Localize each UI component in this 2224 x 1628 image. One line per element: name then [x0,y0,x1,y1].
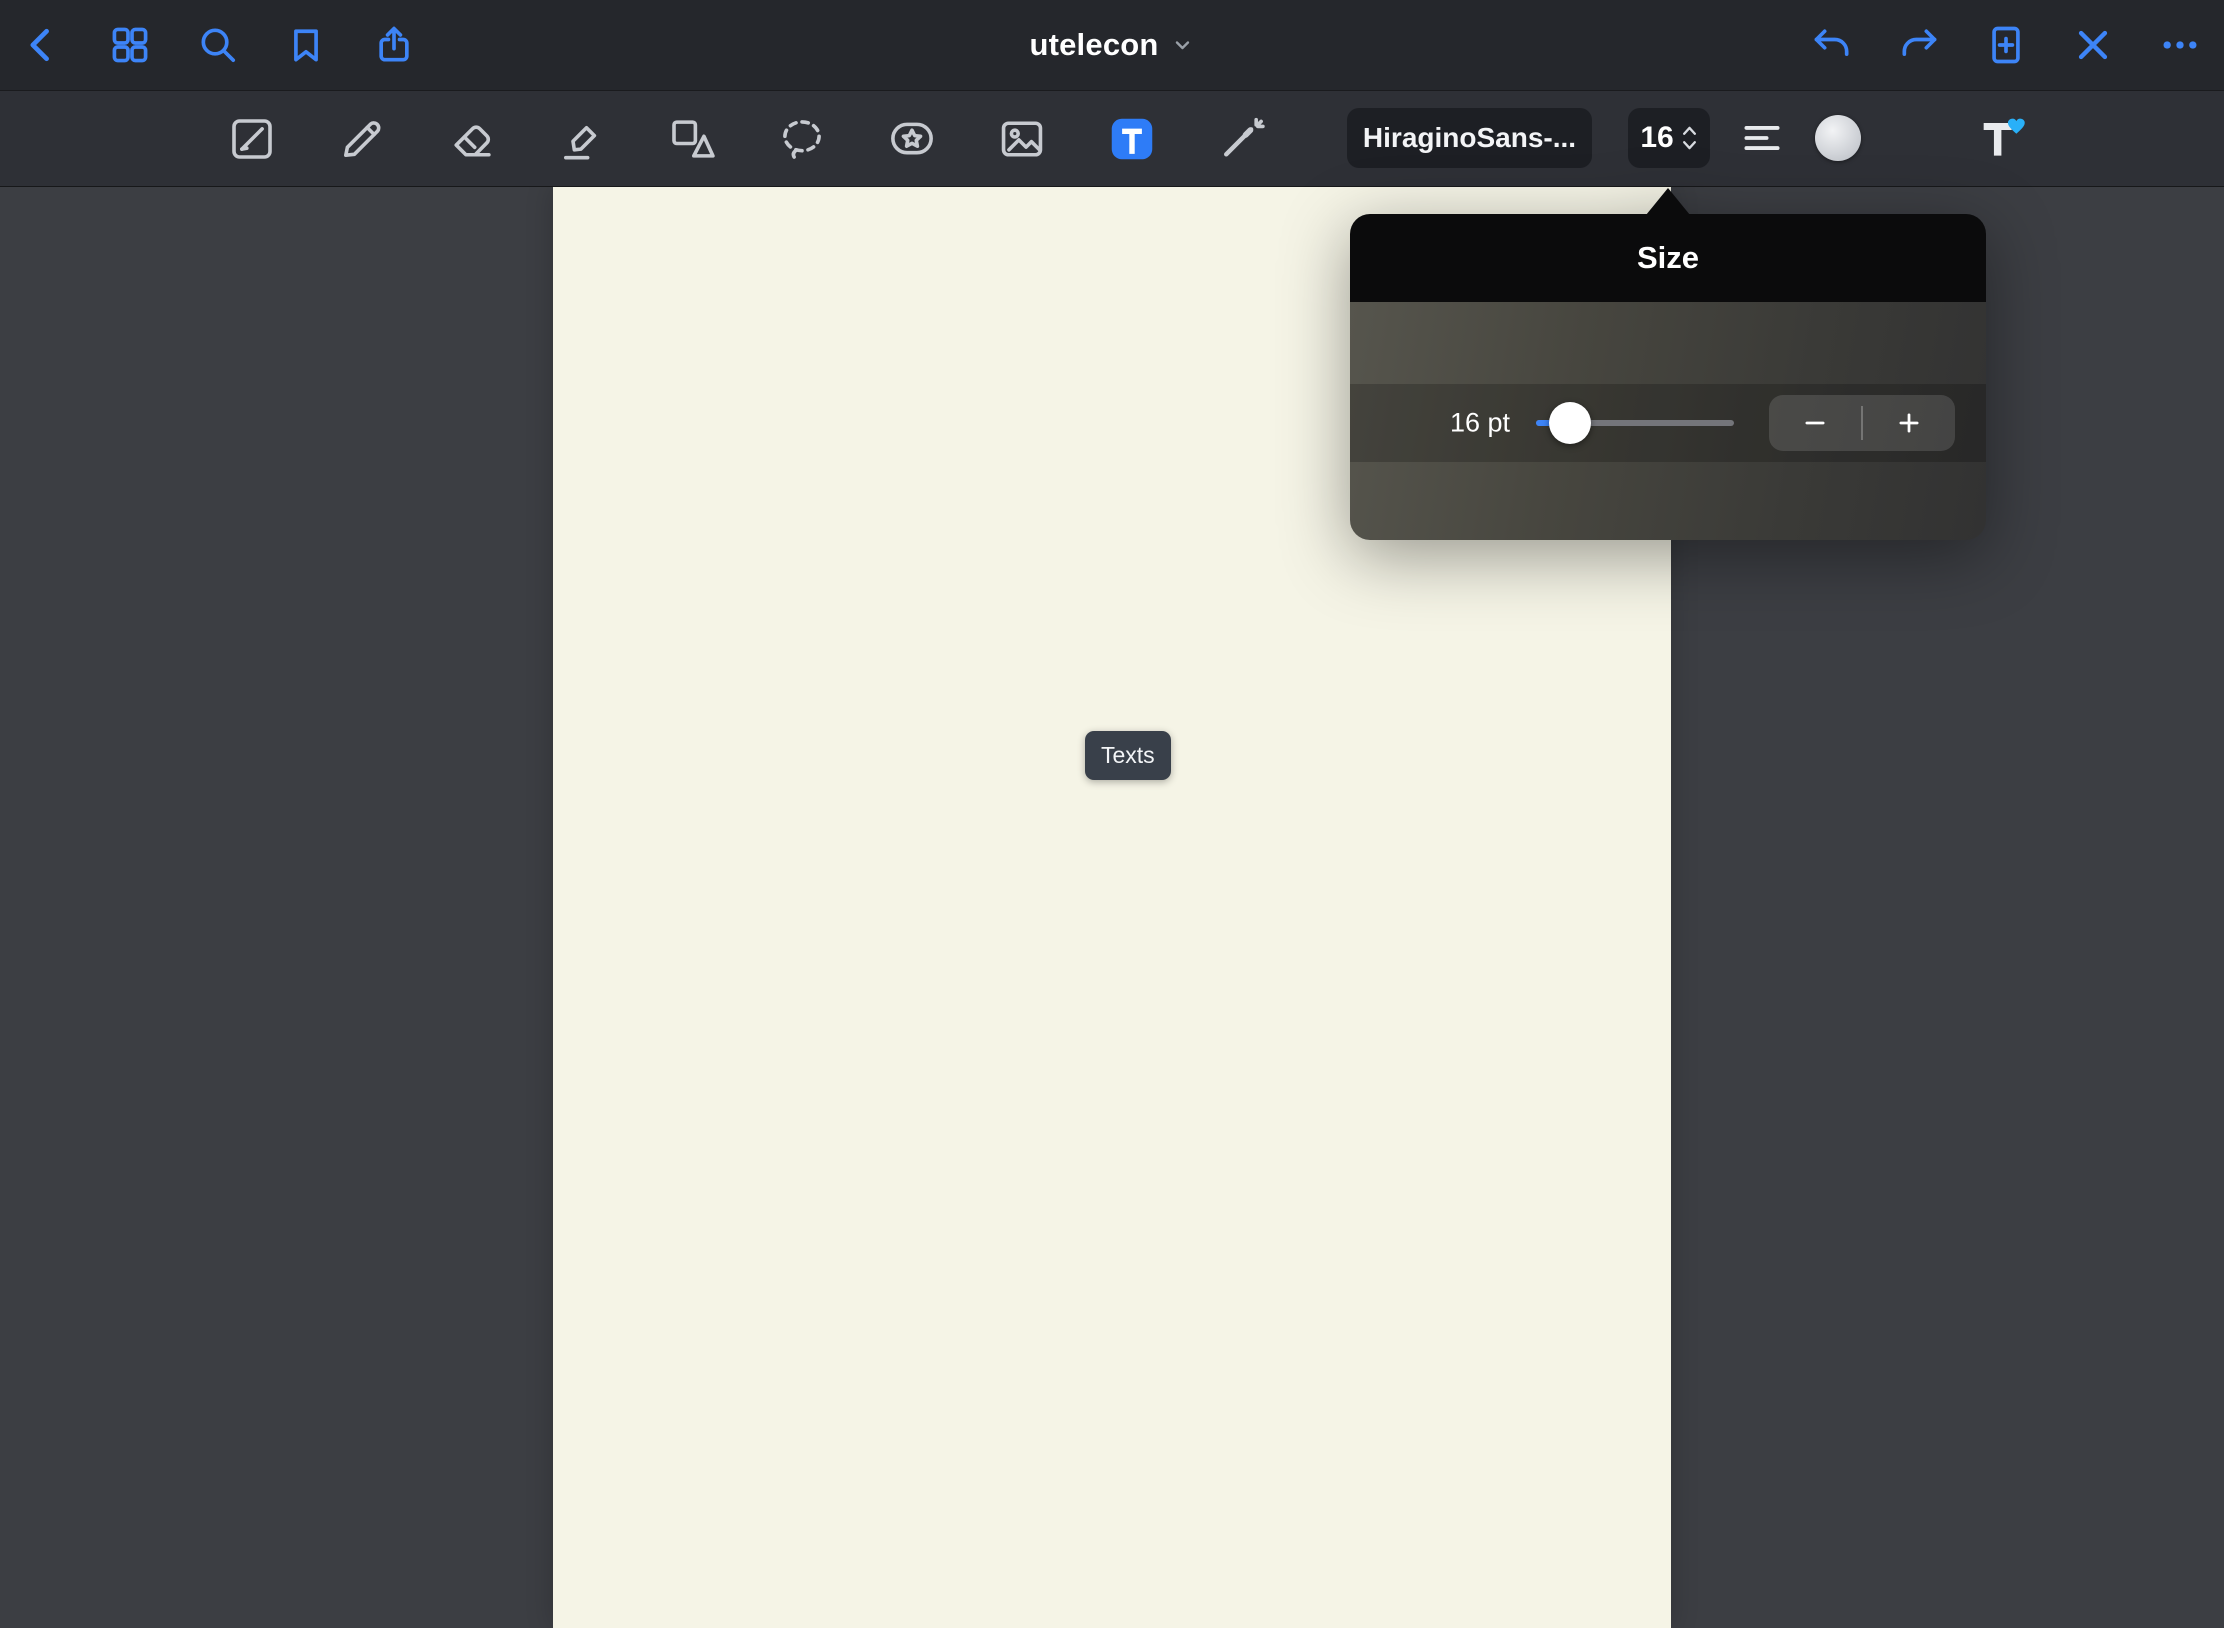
lasso-icon [775,112,829,166]
text-style-favorites-button[interactable] [1966,103,2034,171]
up-down-chevrons-icon [1681,123,1698,153]
elements-tool[interactable] [880,107,944,171]
back-button[interactable] [18,21,66,69]
pen-icon [335,112,389,166]
close-x-icon [2071,23,2115,67]
add-page-button[interactable] [1982,21,2030,69]
text-tool[interactable] [1100,107,1164,171]
undo-button[interactable] [1808,21,1856,69]
search-button[interactable] [194,21,242,69]
undo-icon [1810,23,1854,67]
size-popover-body: 16 pt [1350,302,1986,540]
more-ellipsis-icon [2158,23,2202,67]
text-color-button[interactable] [1806,106,1870,170]
color-swatch-icon [1815,115,1861,161]
font-size-button[interactable]: 16 [1628,108,1710,168]
text-tool-icon [1105,112,1159,166]
eraser-tool[interactable] [440,107,504,171]
thumbnails-grid-icon [108,23,152,67]
size-decrease-button[interactable] [1769,395,1861,451]
size-increase-button[interactable] [1863,395,1955,451]
laser-pointer-tool[interactable] [1210,107,1274,171]
eraser-icon [445,112,499,166]
font-family-button[interactable]: HiraginoSans-... [1347,108,1592,168]
share-button[interactable] [370,21,418,69]
text-favorite-heart-icon [1972,109,2028,165]
add-page-icon [1984,23,2028,67]
minus-icon [1800,408,1830,438]
bookmark-icon [284,23,328,67]
highlighter-tool[interactable] [550,107,614,171]
more-button[interactable] [2156,21,2204,69]
popover-spacer [1350,462,1986,540]
photo-tool[interactable] [990,107,1054,171]
shapes-icon [665,112,719,166]
redo-icon [1897,23,1941,67]
size-slider-row: 16 pt [1350,384,1986,462]
highlighter-icon [555,112,609,166]
size-stepper [1769,395,1955,451]
size-slider[interactable] [1536,384,1734,462]
pen-tool[interactable] [330,107,394,171]
popover-arrow [1646,188,1690,215]
top-navigation-bar: utelecon [0,0,2224,91]
document-title-button[interactable]: utelecon [1029,27,1194,63]
tools-toolbar: HiraginoSans-... 16 [0,91,2224,187]
font-family-label: HiraginoSans-... [1363,122,1576,154]
text-align-icon [1740,116,1784,160]
size-slider-thumb[interactable] [1549,402,1591,444]
redo-button[interactable] [1895,21,1943,69]
top-bar-left-group [0,21,418,69]
size-popover-title: Size [1350,214,1986,302]
lasso-tool[interactable] [770,107,834,171]
page-mode-icon [225,112,279,166]
plus-icon [1894,408,1924,438]
tool-group [220,91,1274,186]
shapes-tool[interactable] [660,107,724,171]
bookmark-button[interactable] [282,21,330,69]
text-align-button[interactable] [1730,106,1794,170]
elements-sticker-icon [885,112,939,166]
back-chevron-icon [20,23,64,67]
document-title: utelecon [1029,27,1158,63]
chevron-down-icon [1171,33,1195,57]
canvas-area: Texts Size 16 pt [0,187,2224,1628]
size-value-label: 16 pt [1390,408,1510,439]
top-bar-right-group [1808,21,2224,69]
photo-icon [995,112,1049,166]
search-icon [196,23,240,67]
thumbnails-button[interactable] [106,21,154,69]
popover-spacer [1350,302,1986,384]
page-mode-tool[interactable] [220,107,284,171]
laser-pointer-icon [1215,112,1269,166]
size-popover: Size 16 pt [1350,187,1986,540]
font-size-value: 16 [1640,121,1673,155]
share-icon [372,23,416,67]
close-button[interactable] [2069,21,2117,69]
selected-text-object[interactable]: Texts [1085,731,1171,780]
